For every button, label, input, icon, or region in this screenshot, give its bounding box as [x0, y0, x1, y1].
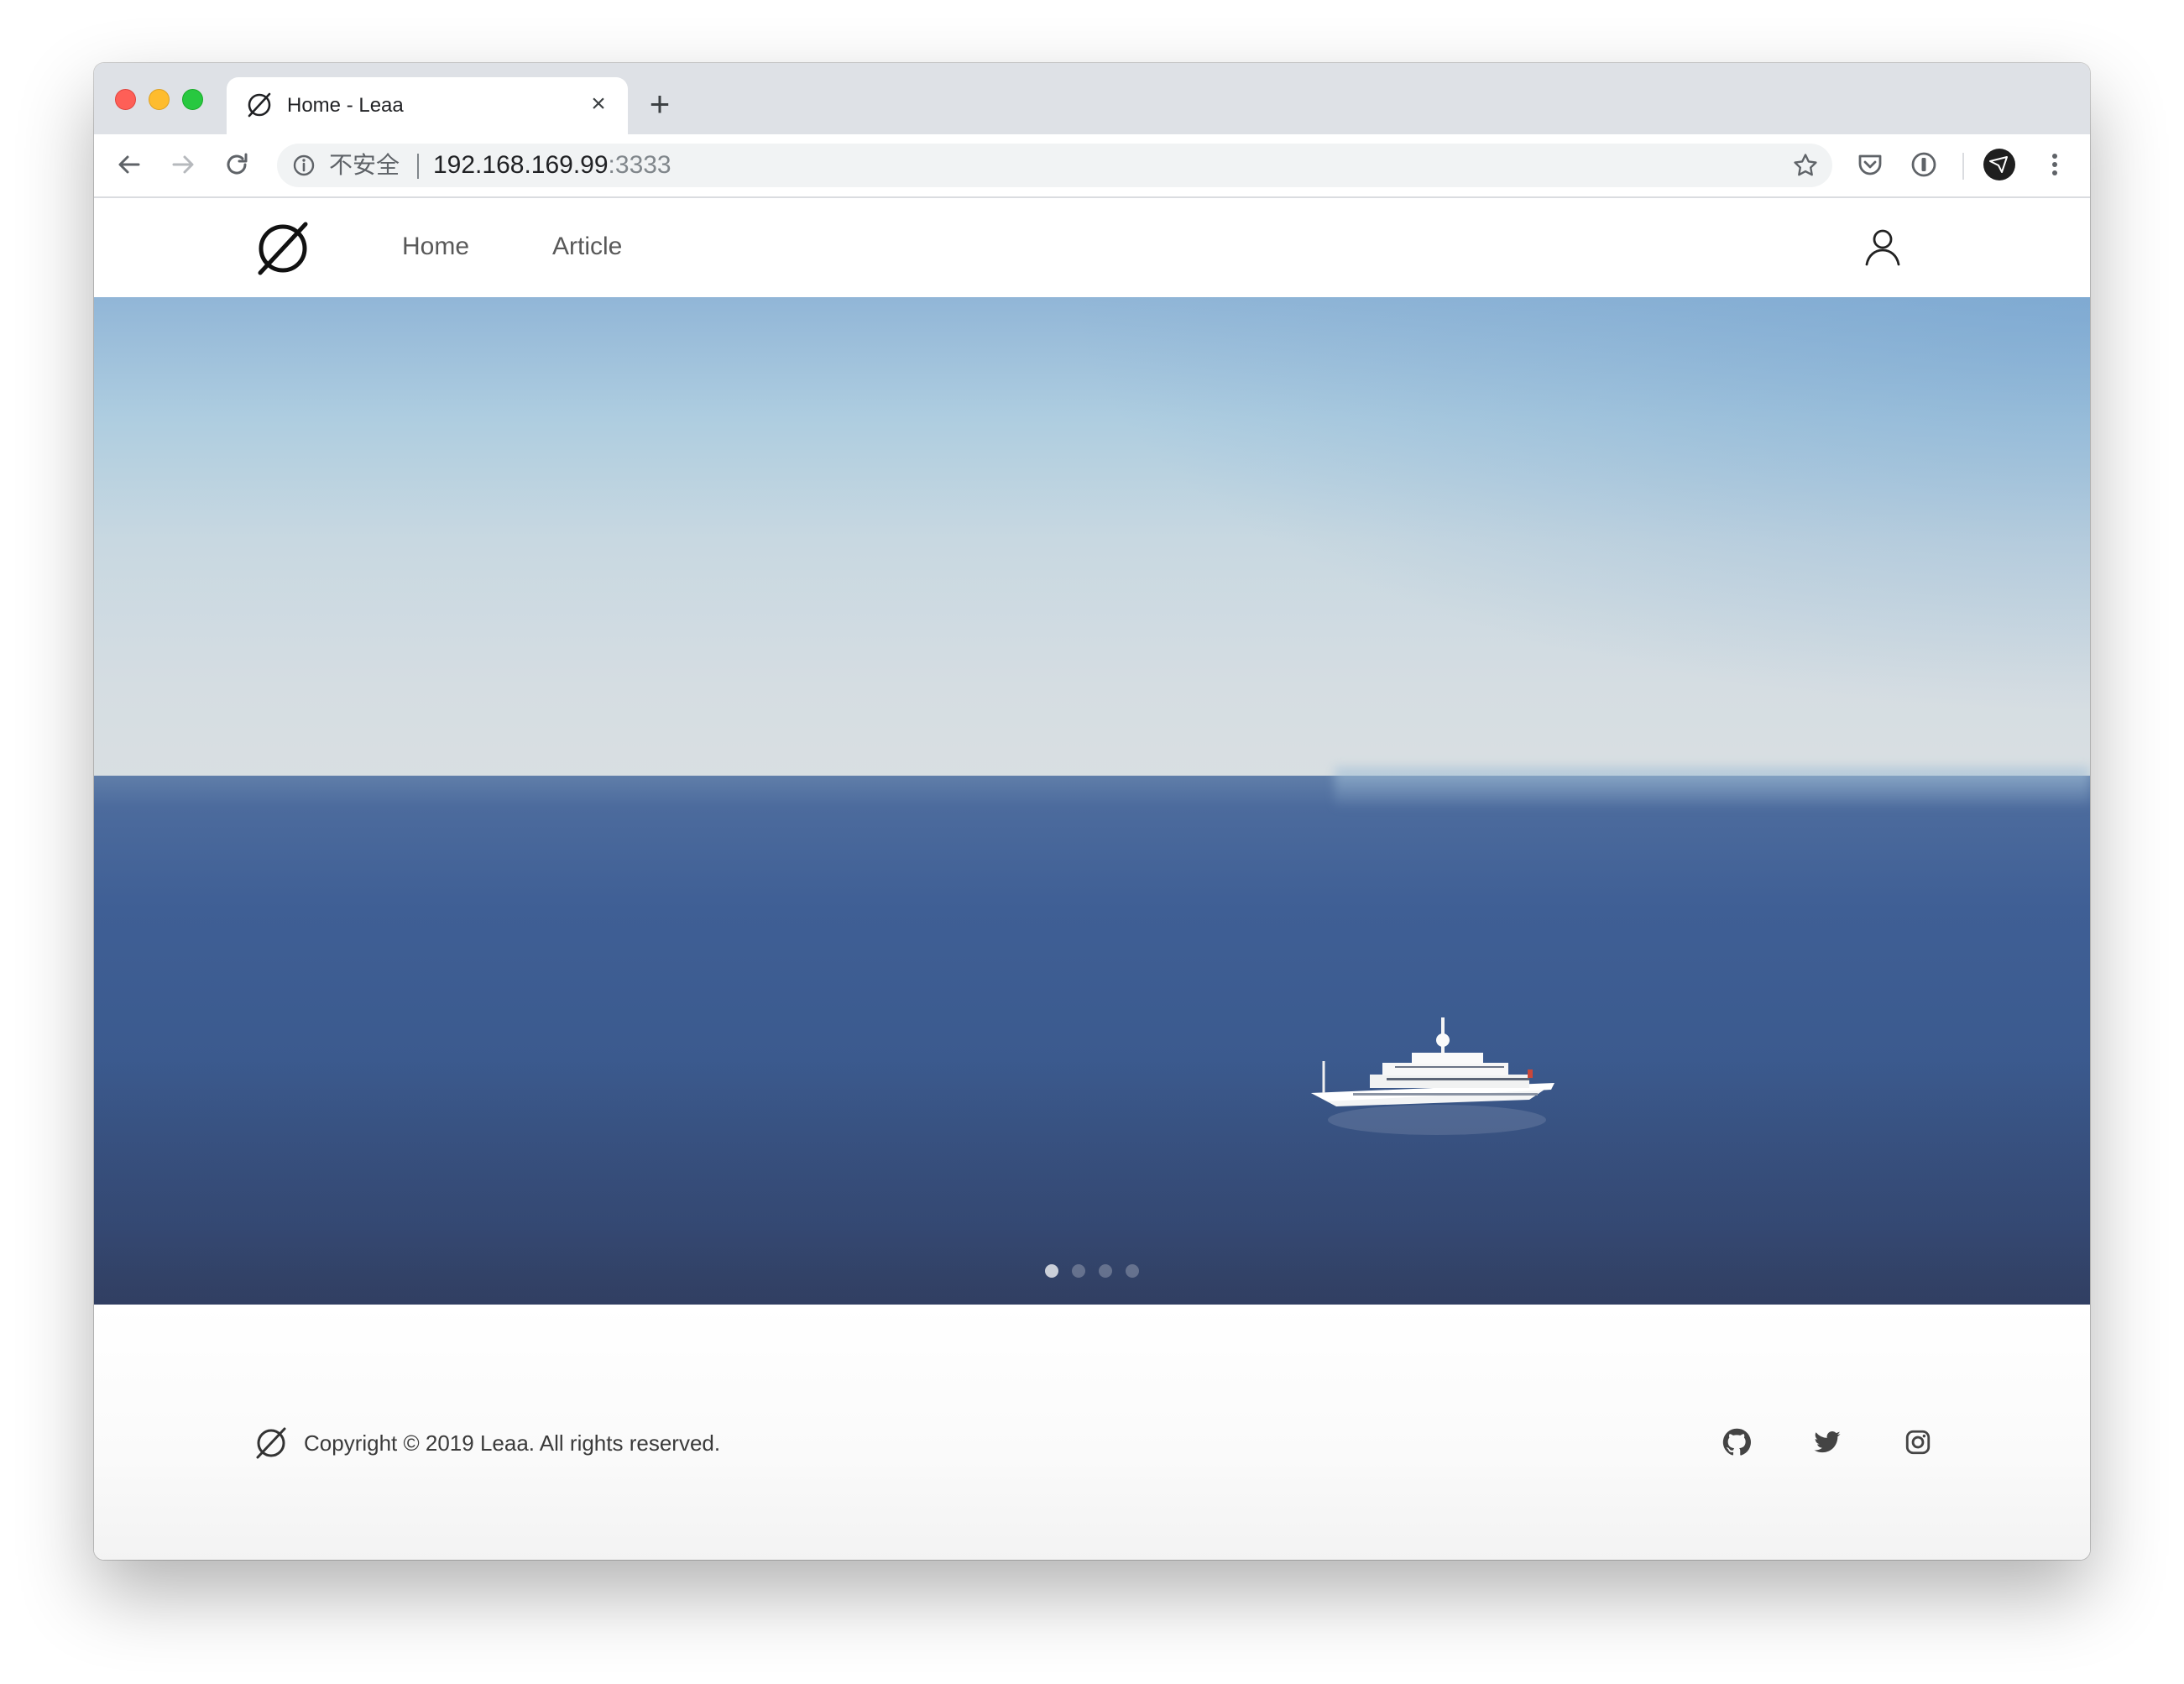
back-icon [118, 155, 140, 174]
github-icon[interactable] [1722, 1428, 1751, 1457]
info-icon[interactable] [292, 154, 316, 177]
security-label: 不安全 [329, 152, 400, 178]
carousel-dot[interactable] [1045, 1264, 1058, 1278]
pocket-button[interactable] [1853, 148, 1887, 181]
nav-article-link[interactable]: Article [552, 232, 622, 262]
tab-home[interactable]: Home - Leaa × [227, 77, 628, 134]
carousel-dots [94, 1264, 2090, 1281]
page-content: Home Article Copyright © 2019 Leaa. All … [94, 198, 2090, 1560]
pocket-icon [1858, 154, 1882, 175]
browser-toolbar: 不安全 192.168.169.99:3333 [94, 134, 2090, 198]
tab-close-button[interactable]: × [584, 90, 613, 118]
forward-button[interactable] [166, 148, 200, 181]
url-text[interactable]: 192.168.169.99:3333 [433, 152, 671, 179]
new-tab-button[interactable]: + [644, 86, 676, 122]
address-separator [417, 154, 419, 179]
site-header: Home Article [94, 198, 2090, 297]
password-manager-button[interactable] [1907, 148, 1941, 181]
user-icon[interactable] [1862, 226, 1904, 268]
forward-icon [172, 155, 194, 174]
browser-window: Home - Leaa × + 不安全 192.168.169.99:3333 … [94, 63, 2090, 1560]
profile-button[interactable] [1983, 148, 2016, 181]
leaa-logo-icon[interactable] [253, 219, 312, 278]
hero-horizon-haze [1335, 767, 2090, 809]
star-icon[interactable] [1792, 152, 1819, 179]
close-window-button[interactable] [115, 89, 136, 110]
carousel-dot[interactable] [1126, 1264, 1139, 1278]
tab-strip: Home - Leaa × + [94, 63, 2090, 134]
twitter-icon[interactable] [1813, 1428, 1842, 1457]
back-button[interactable] [112, 148, 146, 181]
profile-avatar-icon [1983, 149, 2015, 180]
minimize-window-button[interactable] [149, 89, 170, 110]
password-icon [1911, 152, 1936, 177]
site-footer: Copyright © 2019 Leaa. All rights reserv… [94, 1305, 2090, 1560]
fullscreen-window-button[interactable] [182, 89, 203, 110]
carousel-dot[interactable] [1099, 1264, 1112, 1278]
address-bar[interactable]: 不安全 192.168.169.99:3333 [277, 144, 1832, 187]
instagram-icon[interactable] [1904, 1428, 1932, 1457]
hero-sky [94, 297, 2090, 784]
carousel-dot[interactable] [1072, 1264, 1085, 1278]
browser-menu-button[interactable] [2038, 148, 2072, 181]
url-host: 192.168.169.99 [433, 151, 609, 179]
url-port: :3333 [608, 151, 671, 179]
tab-title: Home - Leaa [287, 94, 404, 117]
yacht-image [1311, 1017, 1554, 1135]
reload-icon [227, 153, 248, 175]
leaa-logo-icon [248, 92, 271, 118]
reload-button[interactable] [220, 148, 253, 181]
toolbar-divider [1962, 153, 1964, 180]
hero-carousel[interactable] [94, 297, 2090, 1305]
leaa-logo-icon [256, 1427, 286, 1459]
menu-icon [2052, 154, 2057, 175]
copyright-text: Copyright © 2019 Leaa. All rights reserv… [304, 1430, 721, 1456]
nav-home-link[interactable]: Home [402, 232, 469, 262]
